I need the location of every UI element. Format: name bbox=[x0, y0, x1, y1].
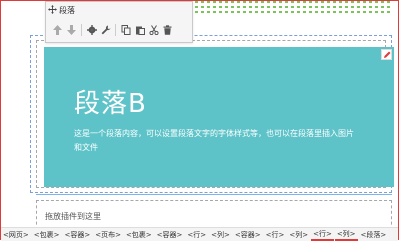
cut-icon[interactable] bbox=[148, 24, 159, 36]
breadcrumb-item[interactable]: <页布> bbox=[93, 230, 123, 240]
copy-icon[interactable] bbox=[120, 24, 131, 36]
drop-zone-label: 拖放插件到这里 bbox=[45, 212, 101, 221]
move-cross-icon[interactable] bbox=[48, 5, 57, 16]
breadcrumb-item[interactable]: <包裹> bbox=[124, 230, 154, 240]
breadcrumb-item[interactable]: <网页> bbox=[1, 230, 31, 240]
breadcrumb-item[interactable]: <列> bbox=[209, 230, 232, 240]
wrench-icon[interactable] bbox=[100, 24, 111, 36]
breadcrumb-item[interactable]: <容器> bbox=[233, 230, 263, 240]
toolbar-title: 段落 bbox=[59, 6, 75, 15]
breadcrumb-item[interactable]: <容器> bbox=[155, 230, 185, 240]
gear-icon[interactable] bbox=[86, 24, 97, 36]
toolbar-buttons bbox=[52, 24, 176, 36]
breadcrumb-item[interactable]: <行> bbox=[185, 230, 208, 240]
breadcrumb-item[interactable]: <行> bbox=[311, 229, 334, 241]
toolbar-separator bbox=[81, 24, 82, 36]
breadcrumb-item[interactable]: <段落> bbox=[359, 230, 389, 240]
paste-icon[interactable] bbox=[134, 24, 145, 36]
breadcrumb: <网页> <包裹> <容器> <页布> <包裹> <容器> <行> <列> <容器> <行> <列>… bbox=[1, 227, 398, 241]
paragraph-text: 这是一个段落内容，可以设置段落文字的字体样式等，也可以在段落里插入图片和文件 bbox=[74, 129, 354, 152]
paragraph-block[interactable]: 段落B 这是一个段落内容，可以设置段落文字的字体样式等，也可以在段落里插入图片和… bbox=[44, 47, 394, 187]
toolbar-header[interactable]: 段落 bbox=[48, 5, 75, 16]
trash-icon[interactable] bbox=[162, 24, 173, 36]
move-up-button[interactable] bbox=[52, 24, 63, 36]
breadcrumb-item[interactable]: <列> bbox=[287, 230, 310, 240]
pencil-edit-icon[interactable] bbox=[381, 49, 392, 60]
breadcrumb-item[interactable]: <列> bbox=[334, 229, 358, 241]
drop-zone[interactable]: 拖放插件到这里 bbox=[36, 200, 392, 230]
move-down-button[interactable] bbox=[66, 24, 77, 36]
breadcrumb-item[interactable]: <包裹> bbox=[32, 230, 62, 240]
paragraph-title: 段落B bbox=[74, 89, 147, 119]
green-divider-lines bbox=[183, 1, 393, 16]
toolbar-separator bbox=[115, 24, 116, 36]
selection-line bbox=[36, 194, 392, 195]
breadcrumb-item[interactable]: <行> bbox=[264, 230, 287, 240]
paragraph-toolbar: 段落 bbox=[45, 1, 193, 43]
breadcrumb-item[interactable]: <容器> bbox=[62, 230, 92, 240]
